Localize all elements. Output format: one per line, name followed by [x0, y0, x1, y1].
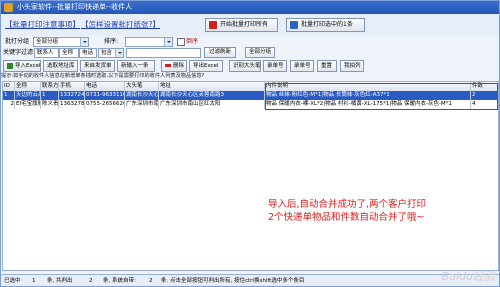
status-bar: 已选中 1 条, 共判出 2 条, 系统自带: 2 条. 点击全部按钮可判出所有… — [1, 274, 499, 286]
status-system-label: 条, 系统自带: — [103, 278, 136, 284]
row-contact: 陈义贵 — [42, 100, 59, 109]
keyword-field2-select[interactable]: 全称 — [59, 48, 79, 58]
batch-group-label: 批打分组 — [5, 38, 30, 45]
header-address[interactable]: 地址 — [159, 82, 265, 91]
top-bar: 【批量打印注意事项】 【怎样设置批打纸张?】 开始批量打印所有 批量打印选中的1… — [1, 14, 499, 36]
start-batch-print-label: 开始批量打印所有 — [220, 21, 269, 28]
batch-group-select[interactable]: 全部分组 — [33, 37, 89, 47]
delete-button[interactable]: 删除 — [161, 60, 187, 72]
app-window: 小头家软件--批量打印快递单--收件人 【批量打印注意事项】 【怎样设置批打纸张… — [0, 0, 500, 287]
select-address-button[interactable]: 选取地址库 — [43, 60, 78, 72]
row-mobile: 1332724990 — [60, 91, 85, 100]
row-address: 湖南长沙天心区芙蓉南路3 — [159, 91, 265, 100]
add-outgoing-button[interactable]: 来自发货单 — [80, 60, 115, 72]
row-id: 1 — [3, 91, 15, 100]
status-selected-count: 1 — [32, 278, 36, 284]
sort-label: 排序: — [104, 38, 119, 45]
record-button[interactable]: 录单号 — [290, 60, 314, 72]
row-address: 广东深圳市南山区红太阳 — [159, 100, 265, 109]
header-name[interactable]: 全称 — [15, 82, 41, 91]
row-bighead: 湖南长沙天心区 — [126, 91, 159, 100]
desc-checkbox[interactable] — [177, 38, 185, 46]
batch-settings-link[interactable]: 【怎样设置批打纸张?】 — [81, 19, 160, 30]
waybill-no-label: 录单号 — [267, 63, 284, 69]
keyword-field2-value: 全称 — [62, 50, 74, 56]
status-total-label: 条, 共判出 — [47, 278, 73, 284]
hint-text: 提示:如手动的收件人信息在新增单条插时选取,以下是需要打印的收件人列表及物品信息… — [1, 73, 205, 79]
batch-group-value: 全部分组 — [36, 39, 59, 45]
keyword-operator-value: 包含 — [101, 50, 113, 56]
import-excel-button[interactable]: 导入Excel — [3, 60, 41, 72]
batch-print-selected-button[interactable]: 批量打印选中的1条 — [286, 18, 365, 32]
add-new-button[interactable]: 新输入一条 — [117, 60, 155, 72]
identify-waybill-label: 识别大头笔 — [233, 63, 261, 69]
keyword-field3-value: 电话 — [82, 50, 94, 56]
all-groups-button[interactable]: 全部分组 — [245, 47, 275, 58]
filter-refresh-button[interactable]: 过滤刷新 — [204, 47, 236, 58]
highlight-box — [265, 83, 498, 110]
keyword-input[interactable] — [126, 48, 201, 58]
row-name: 天边的云朵台 — [15, 91, 41, 100]
reset-label: 重置 — [321, 63, 333, 69]
chevron-down-icon — [164, 38, 172, 46]
batch-print-notice-link[interactable]: 【批量打印注意事项】 — [5, 19, 80, 30]
keyword-field1-value: 联系人 — [37, 50, 54, 56]
row-id: 2 — [3, 100, 15, 109]
add-outgoing-label: 来自发货单 — [84, 63, 112, 69]
window-title: 小头家软件--批量打印快递单--收件人 — [17, 3, 133, 11]
header-contact[interactable]: 联系方 — [41, 82, 59, 91]
status-total-count: 2 — [89, 278, 93, 284]
status-selected-label: 已选中 — [4, 278, 21, 284]
print-button[interactable]: 我拍列 — [340, 60, 364, 72]
row-name: EI宅宝旗舰 — [16, 100, 41, 109]
printer-icon — [290, 21, 298, 29]
add-new-label: 新输入一条 — [121, 63, 149, 69]
row-contact: 1 — [41, 91, 59, 100]
keyword-operator-select[interactable]: 包含 — [98, 48, 124, 58]
reset-button[interactable]: 重置 — [317, 60, 337, 72]
sort-select[interactable] — [125, 37, 173, 47]
delete-icon — [165, 64, 171, 67]
header-phone[interactable]: 电话 — [85, 82, 125, 91]
chevron-down-icon — [115, 49, 123, 57]
status-system-count: 2 — [149, 278, 153, 284]
print-label: 我拍列 — [344, 63, 361, 69]
keyword-label: 关键字过滤 — [3, 49, 34, 56]
annotation-note: 导入后,自动合并成功了,两个客户打印2个快递单物品和件数自动合并了哦~ — [268, 199, 427, 223]
title-bar: 小头家软件--批量打印快递单--收件人 — [1, 1, 499, 14]
keyword-field1-select[interactable]: 联系人 — [34, 48, 59, 58]
app-icon — [4, 3, 13, 12]
export-excel-button[interactable]: 导出Excel — [189, 60, 223, 72]
excel-icon — [7, 62, 13, 69]
waybill-no-button[interactable]: 录单号 — [263, 60, 287, 72]
row-bighead: 广东深圳市南山 — [126, 100, 159, 109]
header-bighead[interactable]: 大头笔 — [125, 82, 159, 91]
import-excel-label: 导入Excel — [15, 63, 41, 69]
identify-waybill-button[interactable]: 识别大头笔 — [229, 60, 261, 72]
header-mobile[interactable]: 手机 — [59, 82, 85, 91]
keyword-field3-select[interactable]: 电话 — [79, 48, 97, 58]
watermark: Baidu经验 — [441, 270, 495, 283]
row-phone: 0755-26566206 — [85, 100, 125, 109]
record-label: 录单号 — [294, 63, 311, 69]
header-id[interactable]: ID — [3, 82, 15, 91]
row-mobile: 136327895 — [60, 100, 85, 109]
start-batch-print-button[interactable]: 开始批量打印所有 — [205, 18, 278, 32]
select-address-label: 选取地址库 — [47, 63, 75, 69]
batch-print-selected-label: 批量打印选中的1条 — [301, 21, 353, 28]
export-excel-label: 导出Excel — [193, 63, 219, 69]
delete-label: 删除 — [173, 63, 185, 69]
status-tip: 条. 点击全部按钮可判出所有, 按住ctrl换shift选中多个条目 — [161, 278, 305, 284]
recipient-table[interactable]: ID 全称 联系方 手机 电话 大头笔 地址 内件说明 件数 1 天边的云朵台 … — [2, 81, 499, 271]
chevron-down-icon — [80, 38, 88, 46]
printer-icon — [209, 21, 217, 29]
desc-label: 倒序 — [186, 38, 199, 45]
row-phone: 0731-96331106 — [85, 91, 125, 100]
